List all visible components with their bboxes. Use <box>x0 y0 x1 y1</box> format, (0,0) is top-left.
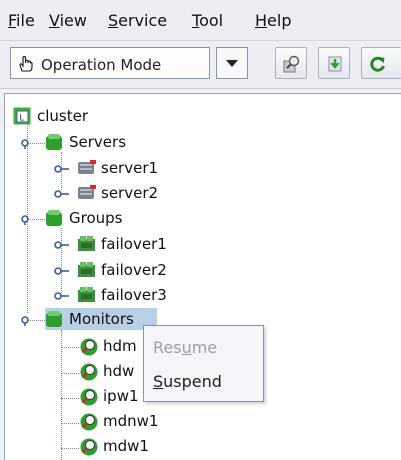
download-icon <box>328 56 342 72</box>
expand-handle-icon[interactable] <box>54 164 70 174</box>
mode-select[interactable]: Operation Mode <box>10 47 210 79</box>
collapse-handle-icon[interactable] <box>21 213 35 225</box>
server-icon <box>78 185 96 199</box>
tree-line <box>61 398 79 399</box>
folder-icon <box>46 311 62 327</box>
monitor-icon <box>80 388 98 406</box>
expand-handle-icon[interactable] <box>54 189 70 199</box>
menu-item-resume[interactable]: Resume <box>153 338 217 357</box>
menu-bar: File View Service Tool Help <box>0 0 401 41</box>
monitor-icon <box>80 338 98 356</box>
tree-line <box>61 423 79 424</box>
group-icon <box>78 236 95 251</box>
toolbar: Operation Mode <box>0 41 401 89</box>
menu-item-suspend[interactable]: Suspend <box>153 372 222 391</box>
monitor-icon <box>80 363 98 381</box>
group-icon <box>78 262 95 277</box>
mode-label: Operation Mode <box>41 56 162 74</box>
tree-line <box>61 373 79 374</box>
hand-pointer-icon <box>19 56 33 72</box>
tree-line <box>61 347 79 348</box>
mode-dropdown-button[interactable] <box>216 47 248 79</box>
tree-line <box>61 330 62 460</box>
menu-file[interactable]: File <box>8 11 35 30</box>
folder-icon <box>46 134 62 150</box>
menu-help[interactable]: Help <box>255 11 291 30</box>
expand-handle-icon[interactable] <box>54 266 70 276</box>
menu-service[interactable]: Service <box>108 11 167 30</box>
menu-view[interactable]: View <box>49 11 87 30</box>
download-button[interactable] <box>318 47 350 79</box>
expand-handle-icon[interactable] <box>54 291 70 301</box>
collapse-handle-icon[interactable] <box>21 137 35 149</box>
tree-line <box>61 228 62 293</box>
monitor-icon <box>80 438 98 456</box>
collapse-handle-icon[interactable] <box>21 314 35 326</box>
cluster-tree[interactable]: L cluster Servers server1 server2 Groups… <box>4 93 401 460</box>
refresh-button[interactable] <box>361 47 401 79</box>
refresh-icon <box>370 56 385 72</box>
cluster-icon: L <box>13 107 31 125</box>
context-menu: Resume Suspend <box>143 325 264 402</box>
group-icon <box>78 287 95 302</box>
expand-handle-icon[interactable] <box>54 240 70 250</box>
folder-icon <box>46 210 62 226</box>
tree-line <box>61 448 79 449</box>
server-icon <box>78 160 96 174</box>
svg-text:L: L <box>19 114 24 124</box>
zoom-icon <box>283 55 300 73</box>
monitor-icon <box>80 413 98 431</box>
zoom-button[interactable] <box>275 47 307 79</box>
menu-tool[interactable]: Tool <box>192 11 223 30</box>
